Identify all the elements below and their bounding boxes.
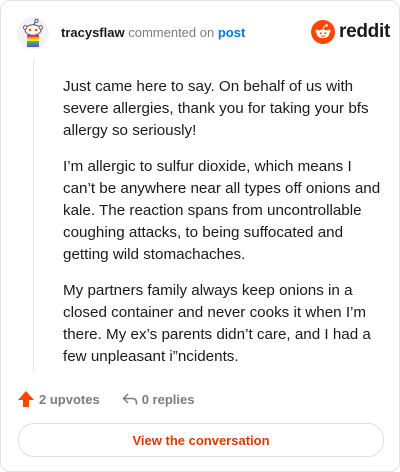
upvote-arrow-icon	[18, 391, 34, 407]
reply-arrow-icon	[122, 393, 137, 405]
embedded-comment-card: tracysflaw commented on post reddit Just…	[0, 0, 400, 472]
comment-paragraph: Just came here to say. On behalf of us w…	[63, 78, 369, 139]
reddit-alien-icon	[311, 20, 335, 44]
comment-paragraph: My partners family always keep onions in…	[63, 282, 371, 365]
comment-actions: 2 upvotes 0 replies	[17, 390, 194, 408]
thread-line	[33, 59, 34, 372]
commented-on-text: commented on	[128, 25, 215, 40]
upvote-button[interactable]: 2 upvotes	[17, 390, 100, 408]
comment-paragraph: I’m allergic to sulfur dioxide, which me…	[63, 158, 381, 263]
comment-header: tracysflaw commented on post	[61, 25, 245, 40]
username-link[interactable]: tracysflaw	[61, 25, 125, 40]
reply-count: 0 replies	[141, 391, 195, 407]
post-link[interactable]: post	[218, 25, 245, 40]
comment-body: Just came here to say. On behalf of us w…	[63, 76, 383, 382]
view-conversation-button[interactable]: View the conversation	[18, 423, 384, 457]
upvote-count: 2 upvotes	[39, 391, 100, 407]
avatar[interactable]	[17, 17, 49, 49]
reddit-brand[interactable]: reddit	[311, 20, 390, 44]
reddit-wordmark: reddit	[339, 21, 390, 42]
reply-button[interactable]: 0 replies	[122, 391, 195, 407]
snoo-avatar-icon	[17, 17, 49, 49]
